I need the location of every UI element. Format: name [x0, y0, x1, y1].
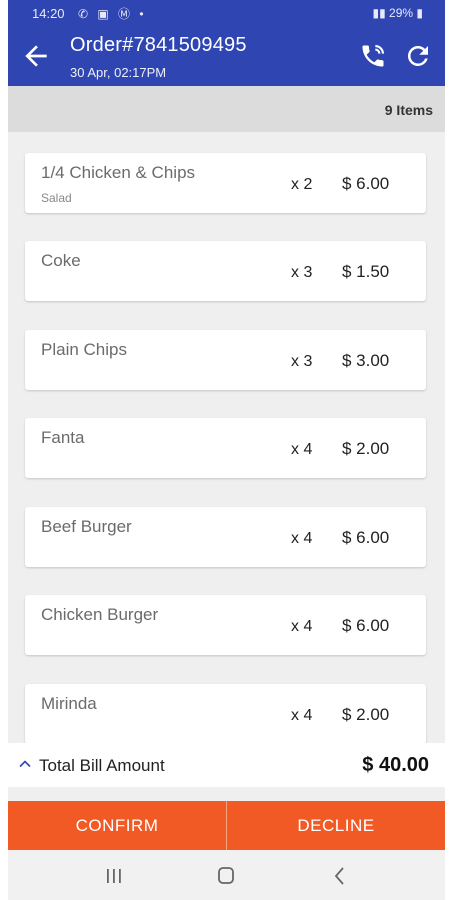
- phone-call-icon[interactable]: [359, 42, 387, 70]
- item-price: $ 2.00: [342, 705, 390, 724]
- item-quantity: x 4: [291, 618, 313, 635]
- list-item[interactable]: Fanta x 4 $ 2.00: [25, 418, 426, 478]
- item-quantity: x 2: [291, 176, 313, 193]
- decline-button[interactable]: DECLINE: [227, 801, 445, 850]
- list-item[interactable]: Mirinda x 4 $ 2.00: [25, 684, 426, 743]
- items-count: 9 Items: [384, 102, 433, 118]
- item-name: 1/4 Chicken & Chips: [41, 163, 196, 182]
- status-time: 14:20: [32, 6, 65, 21]
- battery-icon: ▮: [416, 6, 423, 20]
- list-item[interactable]: Chicken Burger x 4 $ 6.00: [25, 595, 426, 655]
- item-name: Coke: [41, 251, 81, 270]
- item-name: Beef Burger: [41, 517, 132, 536]
- item-quantity: x 4: [291, 707, 313, 724]
- item-quantity: x 3: [291, 264, 313, 281]
- total-bill-bar[interactable]: Total Bill Amount $ 40.00: [8, 743, 445, 787]
- system-nav-bar: [8, 850, 445, 900]
- status-bar: 14:20 ✆ ▣ Ⓜ • ▮▮ 29% ▮: [8, 0, 445, 28]
- item-price: $ 2.00: [342, 439, 390, 458]
- item-name: Mirinda: [41, 694, 97, 713]
- item-quantity: x 3: [291, 353, 313, 370]
- list-item[interactable]: Coke x 3 $ 1.50: [25, 241, 426, 301]
- refresh-icon[interactable]: [403, 41, 433, 71]
- item-name: Plain Chips: [41, 340, 127, 359]
- item-price: $ 1.50: [342, 262, 390, 281]
- list-item[interactable]: 1/4 Chicken & Chips Salad x 2 $ 6.00: [25, 153, 426, 213]
- divider: [8, 787, 445, 801]
- total-bill-label: Total Bill Amount: [39, 756, 165, 775]
- order-title: Order#7841509495: [70, 34, 247, 56]
- signal-icon: ▮▮: [372, 6, 390, 20]
- list-item[interactable]: Plain Chips x 3 $ 3.00: [25, 330, 426, 390]
- item-price: $ 6.00: [342, 616, 390, 635]
- back-arrow-icon[interactable]: [20, 40, 52, 72]
- confirm-button[interactable]: CONFIRM: [8, 801, 226, 850]
- item-quantity: x 4: [291, 530, 313, 547]
- home-icon[interactable]: [214, 865, 238, 887]
- item-note: Salad: [41, 191, 72, 205]
- back-icon[interactable]: [328, 865, 352, 887]
- order-date: 30 Apr, 02:17PM: [70, 65, 167, 80]
- order-items-list[interactable]: 1/4 Chicken & Chips Salad x 2 $ 6.00 Cok…: [8, 132, 445, 743]
- chevron-up-icon[interactable]: [18, 757, 32, 771]
- total-bill-amount: $ 40.00: [362, 754, 429, 776]
- item-name: Chicken Burger: [41, 605, 159, 624]
- item-quantity: x 4: [291, 441, 313, 458]
- action-bar: CONFIRM DECLINE: [8, 801, 445, 850]
- app-bar: Order#7841509495 30 Apr, 02:17PM: [8, 28, 445, 86]
- list-item[interactable]: Beef Burger x 4 $ 6.00: [25, 507, 426, 567]
- item-price: $ 3.00: [342, 351, 390, 370]
- item-price: $ 6.00: [342, 528, 390, 547]
- items-count-bar: 9 Items: [8, 86, 445, 132]
- recents-icon[interactable]: [102, 865, 126, 887]
- battery-percentage: ▮▮ 29% ▮: [372, 6, 423, 20]
- notification-icons: ✆ ▣ Ⓜ •: [78, 7, 147, 21]
- item-price: $ 6.00: [342, 174, 390, 193]
- item-name: Fanta: [41, 428, 85, 447]
